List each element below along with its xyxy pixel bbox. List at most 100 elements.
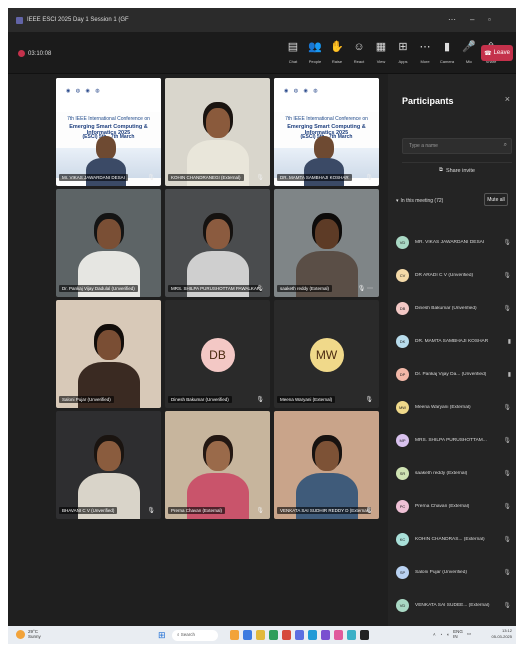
mic-icon: 🎙: [503, 272, 511, 279]
chevron-down-icon: ▾: [396, 198, 399, 204]
participant-name: Dr. Pankaj Vijay Da... (Unverified): [415, 371, 487, 377]
mic-button[interactable]: 🎤 Mic: [458, 38, 480, 64]
mic-icon: 🎙: [365, 175, 373, 181]
taskbar-app-icon[interactable]: [360, 630, 369, 640]
mic-icon: 🎙: [503, 437, 511, 444]
participant-row[interactable]: SP Saloni Pujar (Unverified) 🎙: [396, 562, 514, 582]
participant-face: [206, 108, 230, 138]
participant-name-label: BHAVANI C V (Unverified): [59, 507, 118, 514]
meeting-timer: 03:10:08: [18, 50, 51, 57]
video-tile[interactable]: DB Dinesh Bakumar (Unverified) 🎙: [165, 300, 270, 408]
view-icon: ▦: [375, 41, 387, 53]
mic-icon: ▮: [507, 371, 511, 378]
participant-name-label: VENKATA SAI SUDHIR REDDY D (External): [277, 507, 371, 514]
view-label: View: [376, 59, 386, 64]
participant-name-label: Prerna Chavan (External): [168, 507, 226, 514]
taskbar-app-icon[interactable]: [295, 630, 304, 640]
speaker-head: [314, 136, 334, 160]
video-tile[interactable]: Saloni Pujar (Unverified): [56, 300, 161, 408]
weather-desc: Sunny: [28, 634, 41, 639]
participant-name-label: Dinesh Bakumar (Unverified): [168, 396, 232, 403]
title-bar: IEEE ESCI 2025 Day 1 Session 1 (GF ⋯ – ▫: [8, 8, 516, 32]
windows-start-icon[interactable]: ⊞: [158, 630, 166, 640]
video-tile[interactable]: KOHIN CHANDRANEGI (External) 🎙: [165, 78, 270, 186]
taskbar-app-icon[interactable]: [347, 630, 356, 640]
raise-label: Raise: [331, 59, 343, 64]
chat-label: Chat: [288, 59, 298, 64]
taskbar-app-icon[interactable]: [243, 630, 252, 640]
participant-row[interactable]: PC Prerna Chavan (External) 🎙: [396, 496, 514, 516]
video-tile[interactable]: MW Meena Waryani (External) 🎙: [274, 300, 379, 408]
participant-row[interactable]: KC KOHIN CHANDRAS... (External) 🎙: [396, 529, 514, 549]
participant-name: MR. VIKAS JAWARDANI DESAI: [415, 239, 485, 245]
more-options-icon[interactable]: ⋯: [448, 15, 456, 24]
participant-row[interactable]: VD MR. VIKAS JAWARDANI DESAI 🎙: [396, 232, 514, 252]
react-button[interactable]: ☺ React: [348, 38, 370, 64]
participant-row[interactable]: VD VENKATA SAI SUDEE... (External) 🎙: [396, 595, 514, 615]
taskbar-app-icon[interactable]: [230, 630, 239, 640]
video-tile[interactable]: Dr. Pankaj Vijay Dadulal (Unverified): [56, 189, 161, 297]
taskbar-app-icon[interactable]: [282, 630, 291, 640]
chevron-up-icon[interactable]: ˄: [433, 632, 436, 637]
apps-button[interactable]: ⊞ Apps: [392, 38, 414, 64]
mic-icon: 🎙: [256, 175, 264, 181]
meeting-toolbar: 03:10:08 ▤ Chat 👥 People ✋ Raise ☺ React ▦ View ⊞ A…: [8, 32, 516, 74]
participant-row[interactable]: MP MRS. SHILPA PURUSHOTTAM... 🎙: [396, 430, 514, 450]
volume-icon[interactable]: ◖: [446, 632, 449, 637]
minimize-icon[interactable]: –: [470, 15, 474, 24]
mic-icon: 🎙: [503, 305, 511, 312]
participant-row[interactable]: DK DR. MAMTA SAMBHAJI KOSHAR ▮: [396, 331, 514, 351]
conference-logos: ◉ ◍ ◉ ◍: [284, 88, 320, 94]
mic-icon: 🎙: [147, 508, 155, 514]
battery-icon[interactable]: ▭: [467, 631, 471, 637]
mute-all-button[interactable]: Mute all: [484, 193, 508, 206]
taskbar-search-label: Search: [180, 632, 196, 637]
participant-name-label: KOHIN CHANDRANEGI (External): [168, 174, 244, 181]
chat-button[interactable]: ▤ Chat: [282, 38, 304, 64]
taskbar-app-icon[interactable]: [308, 630, 317, 640]
video-tile[interactable]: ◉ ◍ ◉ ◍ 7th IEEE International Conference…: [56, 78, 161, 186]
close-icon[interactable]: ×: [505, 94, 510, 104]
more-button[interactable]: ⋯ More: [414, 38, 436, 64]
participant-row[interactable]: DB Dinesh Bakumar (Unverified) 🎙: [396, 298, 514, 318]
clock-date: 05-03-2025: [491, 634, 512, 639]
raise-button[interactable]: ✋ Raise: [326, 38, 348, 64]
taskbar-app-icon[interactable]: [321, 630, 330, 640]
participant-row[interactable]: SR saaketh reddy (External) 🎙: [396, 463, 514, 483]
leave-button[interactable]: ☎ Leave: [481, 45, 513, 61]
mic-icon: 🎙: [256, 286, 264, 292]
speaker-body: [86, 158, 126, 186]
in-meeting-header[interactable]: ▾ In this meeting (72): [396, 198, 443, 204]
slide-banner: [274, 78, 379, 112]
raise-icon: ✋: [330, 41, 344, 53]
video-tile[interactable]: MRS. SHILPA PURUSHOTTAM PAWALKAR 🎙: [165, 189, 270, 297]
participant-row[interactable]: CV DR ARADI C V (Unverified) 🎙: [396, 265, 514, 285]
share-invite-button[interactable]: ⧉ Share invite: [402, 162, 512, 176]
participant-name: MRS. SHILPA PURUSHOTTAM...: [415, 437, 487, 443]
taskbar-app-icon[interactable]: [256, 630, 265, 640]
view-button[interactable]: ▦ View: [370, 38, 392, 64]
video-tile[interactable]: Prerna Chavan (External) 🎙: [165, 411, 270, 519]
weather-widget[interactable]: 29°C Sunny: [16, 629, 41, 639]
video-tile[interactable]: VENKATA SAI SUDHIR REDDY D (External) 🎙: [274, 411, 379, 519]
clock[interactable]: 13:12 05-03-2025: [492, 628, 512, 640]
participant-name: Dinesh Bakumar (Unverified): [415, 305, 477, 311]
taskbar-search[interactable]: ⌕ Search: [172, 630, 218, 641]
taskbar-app-icon[interactable]: [269, 630, 278, 640]
participant-row[interactable]: DP Dr. Pankaj Vijay Da... (Unverified) ▮: [396, 364, 514, 384]
taskbar-app-icon[interactable]: [334, 630, 343, 640]
video-tile[interactable]: ◉ ◍ ◉ ◍ 7th IEEE International Conference…: [274, 78, 379, 186]
teams-window: IEEE ESCI 2025 Day 1 Session 1 (GF ⋯ – ▫…: [8, 8, 516, 644]
camera-button[interactable]: ▮ Camera: [436, 38, 458, 64]
participant-row[interactable]: MW Meena Waryani (External) 🎙: [396, 397, 514, 417]
people-icon: 👥: [308, 41, 322, 53]
people-button[interactable]: 👥 People: [304, 38, 326, 64]
participant-avatar: DB: [200, 338, 235, 372]
participant-search-input[interactable]: Type a name ⌕: [402, 138, 512, 154]
video-tile[interactable]: BHAVANI C V (Unverified) 🎙: [56, 411, 161, 519]
participant-name: DR ARADI C V (Unverified): [415, 272, 474, 278]
participant-face: [206, 441, 230, 471]
video-tile[interactable]: saaketh reddy (External) 🎙 ⋯: [274, 189, 379, 297]
network-icon[interactable]: ◔: [440, 632, 443, 637]
maximize-icon[interactable]: ▫: [488, 15, 491, 24]
